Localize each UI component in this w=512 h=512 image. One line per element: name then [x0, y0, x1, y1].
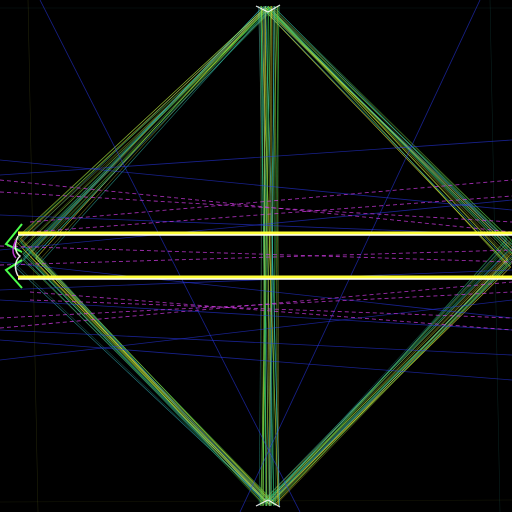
ray-tracing-canvas	[0, 0, 512, 512]
background	[0, 0, 512, 512]
